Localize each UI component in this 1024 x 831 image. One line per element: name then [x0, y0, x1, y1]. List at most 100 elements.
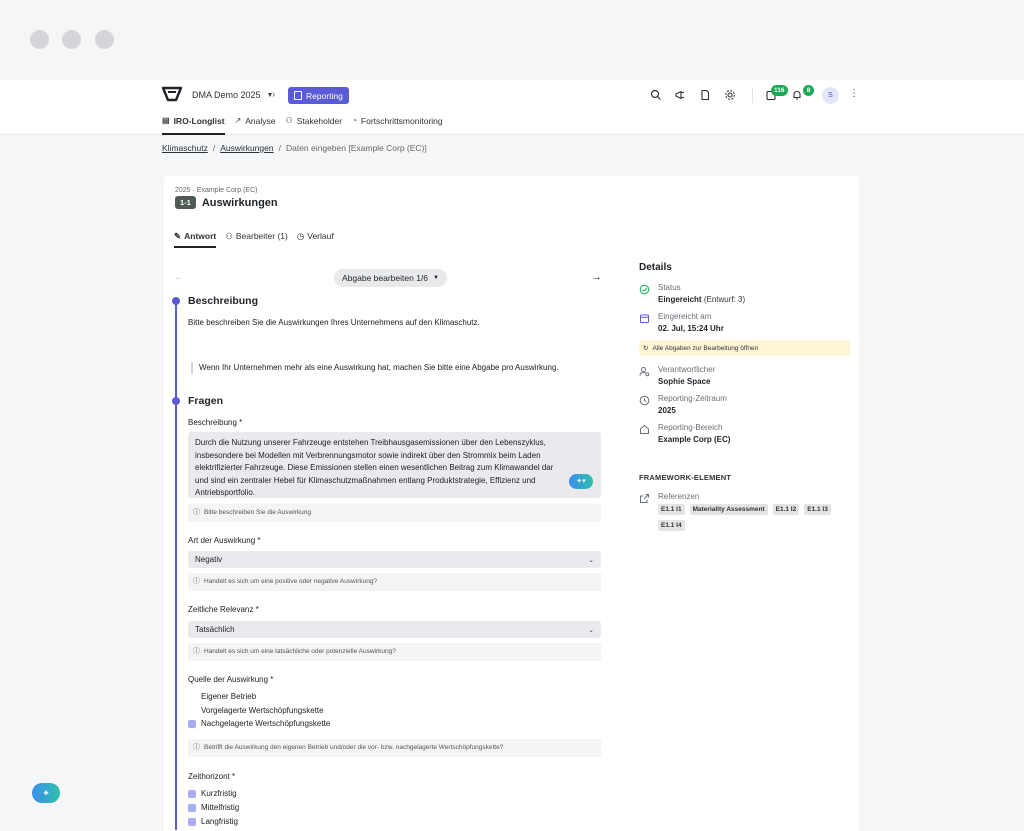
window-minimize-dot[interactable]	[62, 30, 81, 49]
ai-assistant-fab[interactable]: ✦	[32, 783, 60, 803]
window-maximize-dot[interactable]	[95, 30, 114, 49]
breadcrumb-current: Daten eingeben [Example Corp (EC)]	[285, 143, 427, 153]
hint-text: Bitte beschreiben Sie die Auswirkung	[204, 509, 311, 516]
detail-label: Reporting-Zeitraum	[658, 394, 727, 403]
search-icon[interactable]	[650, 89, 662, 101]
ai-assist-button[interactable]: ✦▾	[569, 474, 593, 489]
open-all-submissions-button[interactable]: ↻ Alle Abgaben zur Bearbeitung öffnen	[639, 340, 850, 356]
tab-label: Fortschrittsmonitoring	[360, 116, 443, 126]
checkbox-vorgelagerte[interactable]: Vorgelagerte Wertschöpfungskette	[188, 705, 324, 716]
checkbox-mittelfristig[interactable]: Mittelfristig	[188, 802, 239, 813]
user-settings-icon	[639, 367, 650, 377]
select-value: Negativ	[195, 555, 223, 564]
tab-stakeholder[interactable]: ⚇ Stakeholder	[286, 116, 343, 135]
beschreibung-textarea[interactable]: Durch die Nutzung unserer Fahrzeuge ents…	[188, 432, 601, 498]
checkbox-checked[interactable]	[188, 817, 196, 826]
reference-chip[interactable]: Materiality Assessment	[689, 504, 768, 515]
chevron-right-icon: ›	[272, 89, 276, 100]
checkbox-checked[interactable]	[188, 719, 196, 728]
top-navigation: DMA Demo 2025 ▼ › Reporting 116 8 S ⋮ ▤ …	[0, 80, 1024, 135]
calendar-icon	[640, 314, 649, 323]
textarea-line: und sind ein zentraler Hebel für Klimasc…	[195, 475, 536, 485]
checkbox-langfristig[interactable]: Langfristig	[188, 816, 238, 827]
tab-label: Analyse	[245, 116, 276, 126]
tab-analyse[interactable]: ↗ Analyse	[235, 116, 276, 135]
file-icon[interactable]	[699, 89, 711, 101]
field-label-art: Art der Auswirkung *	[188, 536, 261, 545]
field-hint: ⓘ Handelt es sich um eine tatsächliche o…	[188, 643, 601, 661]
refresh-icon: ↻	[643, 345, 649, 352]
tab-fortschrittsmonitoring[interactable]: ◔ Fortschrittsmonitoring	[352, 116, 443, 135]
breadcrumb-link-auswirkungen[interactable]: Auswirkungen	[220, 143, 273, 153]
breadcrumb-link-klimaschutz[interactable]: Klimaschutz	[162, 143, 208, 153]
chart-icon: ↗	[234, 116, 242, 125]
tab-verlauf[interactable]: ◷ Verlauf	[297, 231, 334, 248]
card-subtitle: 2025 · Example Corp (EC)	[175, 187, 258, 194]
next-arrow-icon[interactable]: →	[591, 271, 602, 283]
detail-scope: Reporting-Bereich Example Corp (EC)	[639, 423, 730, 444]
hint-text: Betrifft die Auswirkung den eigenen Betr…	[204, 744, 504, 751]
previous-arrow-icon[interactable]: ←	[174, 272, 184, 283]
checkbox-checked[interactable]	[188, 789, 196, 798]
status-value: Eingereicht	[658, 295, 702, 304]
list-icon: ▤	[162, 116, 170, 125]
card-heading: 1-1 Auswirkungen	[175, 196, 278, 209]
field-label-beschreibung: Beschreibung *	[188, 418, 243, 427]
detail-label: Verantwortlicher	[658, 365, 716, 374]
avatar[interactable]: S	[822, 87, 839, 104]
reference-chip[interactable]: E1.1 I4	[658, 520, 685, 531]
art-select[interactable]: Negativ ⌄	[188, 551, 601, 568]
notifications-count-badge: 8	[803, 85, 814, 96]
reporting-module-label: Reporting	[306, 90, 343, 101]
submission-selector-button[interactable]: Abgabe bearbeiten 1/6 ▼	[334, 269, 447, 287]
field-label-zeitlich: Zeitliche Relevanz *	[188, 605, 259, 614]
field-hint: ⓘ Handelt es sich um eine positive oder …	[188, 573, 601, 591]
checkbox-label: Langfristig	[201, 817, 238, 826]
banner-text: Alle Abgaben zur Bearbeitung öffnen	[652, 344, 759, 352]
item-id-badge: 1-1	[175, 196, 196, 209]
chevron-down-icon: ⌄	[588, 626, 594, 634]
more-menu-icon[interactable]: ⋮	[849, 88, 859, 99]
tab-iro-longlist[interactable]: ▤ IRO-Longlist	[162, 116, 225, 135]
check-circle-icon	[639, 284, 650, 295]
section-heading-fragen: Fragen	[188, 395, 224, 407]
checkbox-nachgelagerte[interactable]: Nachgelagerte Wertschöpfungskette	[188, 718, 330, 729]
checkbox-eigener-betrieb[interactable]: Eigener Betrieb	[188, 691, 256, 702]
hint-text: Handelt es sich um eine positive oder ne…	[204, 578, 378, 585]
checkbox[interactable]	[188, 707, 196, 715]
info-icon: ⓘ	[193, 509, 200, 516]
app-logo-icon[interactable]	[162, 86, 182, 102]
window-chrome	[0, 0, 1024, 80]
detail-value: 02. Jul, 15:24 Uhr	[658, 324, 724, 333]
tab-label: IRO-Longlist	[173, 116, 225, 126]
progress-timeline	[175, 300, 177, 830]
reporting-module-button[interactable]: Reporting	[288, 87, 349, 104]
window-close-dot[interactable]	[30, 30, 49, 49]
reference-chip[interactable]: E1.1 I1	[658, 504, 685, 515]
gear-icon[interactable]	[724, 89, 736, 101]
description-quote: Wenn Ihr Unternehmen mehr als eine Auswi…	[191, 362, 559, 374]
tab-bearbeiter[interactable]: ⚇ Bearbeiter (1)	[225, 231, 288, 248]
breadcrumb: Klimaschutz / Auswirkungen / Daten einge…	[162, 143, 427, 153]
checkbox-label: Eigener Betrieb	[201, 692, 257, 701]
megaphone-icon[interactable]	[674, 89, 686, 101]
zeitliche-relevanz-select[interactable]: Tatsächlich ⌄	[188, 621, 601, 638]
info-icon: ⓘ	[193, 744, 200, 751]
checkbox-checked[interactable]	[188, 803, 196, 812]
detail-label: Reporting-Bereich	[658, 423, 723, 432]
field-hint: ⓘ Betrifft die Auswirkung den eigenen Be…	[188, 739, 601, 757]
checkbox-kurzfristig[interactable]: Kurzfristig	[188, 788, 237, 799]
bell-icon[interactable]	[791, 89, 803, 101]
main-tabs: ▤ IRO-Longlist ↗ Analyse ⚇ Stakeholder ◔…	[162, 116, 443, 135]
document-icon	[294, 91, 302, 100]
tab-label: Stakeholder	[296, 116, 343, 126]
reference-chip[interactable]: E1.1 I3	[804, 504, 831, 515]
project-selector[interactable]: DMA Demo 2025 ▼	[192, 90, 273, 100]
tab-label: Antwort	[184, 231, 217, 241]
info-icon: ⓘ	[193, 578, 200, 585]
detail-label: Referenzen	[658, 492, 700, 501]
checkbox[interactable]	[188, 693, 196, 701]
textarea-line: insbesondere bei Modellen mit Verbrennun…	[195, 450, 541, 460]
reference-chip[interactable]: E1.1 I2	[772, 504, 800, 515]
tab-antwort[interactable]: ✎ Antwort	[174, 231, 217, 248]
